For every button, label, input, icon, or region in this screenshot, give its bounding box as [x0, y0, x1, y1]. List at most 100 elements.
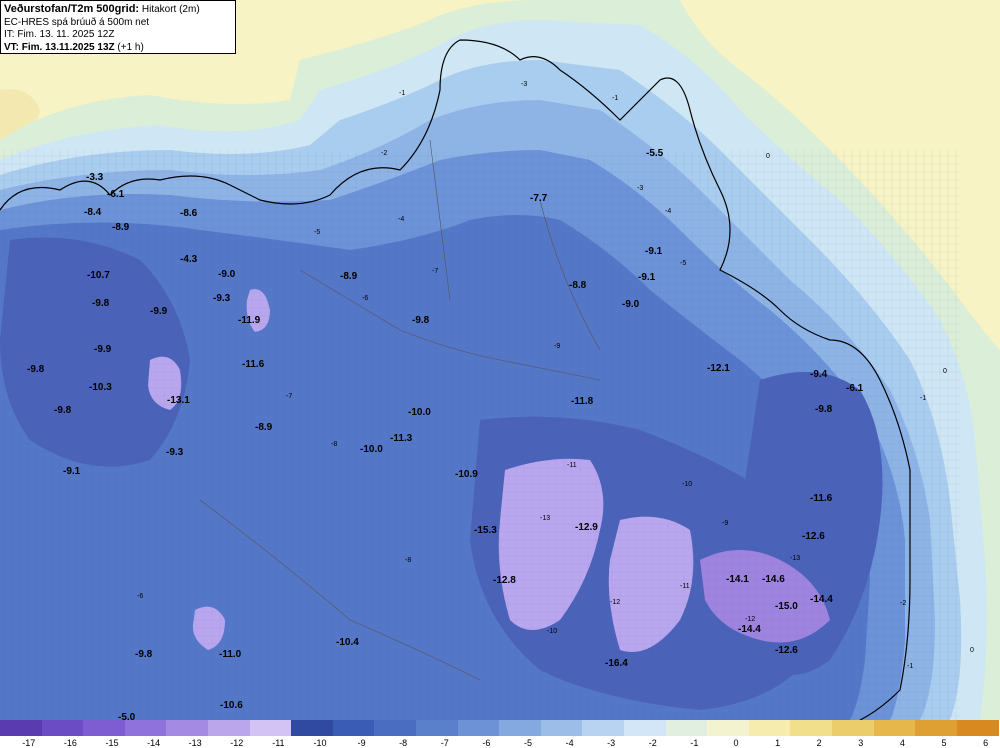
isoline-label: -8	[405, 557, 411, 564]
color-scale-swatch	[0, 720, 43, 736]
isoline-label: -9	[554, 343, 560, 350]
isoline-label: -1	[920, 395, 926, 402]
temp-label: -9.9	[150, 306, 168, 317]
temp-label: -14.6	[762, 574, 785, 585]
temp-label: -5.0	[118, 712, 136, 720]
color-scale-label: 5	[941, 738, 947, 748]
isoline-label: -4	[398, 216, 404, 223]
temp-label: -12.9	[575, 522, 598, 533]
temp-label: -8.6	[180, 208, 198, 219]
isoline-label: -11	[567, 462, 577, 469]
temperature-map: -3.3 -6.1 -8.4 -8.9 -10.7 -9.8 -9.9 -9.9…	[0, 0, 1000, 720]
color-scale-swatch	[291, 720, 334, 736]
valid-time-bold: VT: Fim. 13.11.2025 13Z	[4, 41, 115, 53]
temp-label: -8.8	[569, 280, 587, 291]
temp-label: -9.8	[54, 405, 72, 416]
color-scale-swatch	[374, 720, 417, 736]
isoline-label: -13	[790, 555, 800, 562]
temp-label: -3.3	[86, 172, 104, 183]
isoline-label: -8	[331, 441, 337, 448]
color-scale-label: -16	[63, 738, 77, 748]
color-scale-swatch	[832, 720, 875, 736]
color-scale-label: 0	[733, 738, 739, 748]
color-scale-swatch	[166, 720, 209, 736]
color-scale-label: -17	[22, 738, 36, 748]
color-scale-swatch	[873, 720, 916, 736]
color-scale-swatch	[956, 720, 999, 736]
temp-label: -13.1	[167, 395, 190, 406]
temp-label: -9.8	[412, 315, 430, 326]
temp-label: -10.6	[220, 700, 243, 711]
temp-label: -9.0	[622, 299, 640, 310]
isoline-label: -2	[381, 150, 387, 157]
temp-label: -12.6	[775, 645, 798, 656]
color-scale-label: -13	[188, 738, 202, 748]
isoline-label: -10	[547, 628, 557, 635]
temp-label: -9.8	[92, 298, 110, 309]
isoline-label: -1	[612, 95, 618, 102]
isoline-label: -12	[745, 616, 755, 623]
color-scale-label: -15	[105, 738, 119, 748]
isoline-label: -13	[540, 515, 550, 522]
temp-label: -15.3	[474, 525, 497, 536]
color-scale-label: -11	[272, 738, 285, 748]
temp-label: -9.1	[645, 246, 663, 257]
temp-label: -9.8	[815, 404, 833, 415]
color-scale-swatch	[499, 720, 542, 736]
color-scale-swatch	[41, 720, 84, 736]
temp-label: -8.9	[112, 222, 130, 233]
map-title-rest: Hitakort (2m)	[141, 4, 200, 15]
color-scale-label: -6	[482, 738, 491, 748]
isoline-label: 0	[970, 647, 974, 654]
color-scale-swatch	[208, 720, 251, 736]
valid-time-line: VT: Fim. 13.11.2025 13Z (+1 h)	[4, 42, 232, 55]
temp-label: -9.3	[166, 447, 184, 458]
color-scale-swatch	[332, 720, 375, 736]
isoline-label: -5	[314, 229, 320, 236]
isoline-label: -5	[680, 260, 686, 267]
temp-label: -11.0	[219, 649, 242, 660]
color-scale-swatch	[582, 720, 625, 736]
color-scale-label: -5	[523, 738, 533, 748]
color-scale-swatch	[915, 720, 958, 736]
color-scale-swatch	[124, 720, 167, 736]
color-scale-label: 1	[775, 738, 781, 748]
color-scale-swatch	[540, 720, 583, 736]
temp-label: -9.0	[218, 269, 236, 280]
color-scale-swatch	[457, 720, 500, 736]
temp-label: -12.6	[802, 531, 825, 542]
isoline-label: -4	[665, 208, 671, 215]
temp-label: -10.0	[408, 407, 431, 418]
temp-label: -8.4	[84, 207, 102, 218]
color-scale-swatch	[249, 720, 292, 736]
color-scale-label: -12	[230, 738, 244, 748]
temp-label: -10.3	[89, 382, 112, 393]
color-scale-swatch	[790, 720, 833, 736]
color-scale-label: -3	[607, 738, 616, 748]
temp-label: -4.3	[180, 254, 198, 265]
temp-label: -11.3	[390, 433, 413, 444]
color-scale-swatch	[707, 720, 750, 736]
temp-label: -8.9	[340, 271, 358, 282]
temp-label: -9.8	[27, 364, 45, 375]
color-scale-label: 6	[983, 738, 989, 748]
temp-label: -11.8	[571, 396, 594, 407]
isoline-label: -3	[521, 81, 527, 88]
model-line: EC-HRES spá brúuð á 500m net	[4, 16, 150, 28]
color-scale-swatch	[416, 720, 459, 736]
color-scale-swatch	[83, 720, 126, 736]
temp-label: -10.7	[87, 270, 110, 281]
isoline-label: -11	[680, 583, 690, 590]
temp-label: -14.1	[726, 574, 749, 585]
color-scale-label: -7	[440, 738, 449, 748]
color-scale-label: -1	[690, 738, 699, 748]
temp-label: -10.4	[336, 637, 359, 648]
temp-label: -10.9	[455, 469, 478, 480]
temp-label: -6.1	[107, 189, 125, 200]
temp-label: -10.0	[360, 444, 383, 455]
temp-label: -9.1	[638, 272, 656, 283]
color-scale-label: -4	[565, 738, 574, 748]
color-scale-label: -14	[147, 738, 161, 748]
isoline-label: -12	[610, 599, 620, 606]
temp-label: -6.1	[846, 383, 864, 394]
